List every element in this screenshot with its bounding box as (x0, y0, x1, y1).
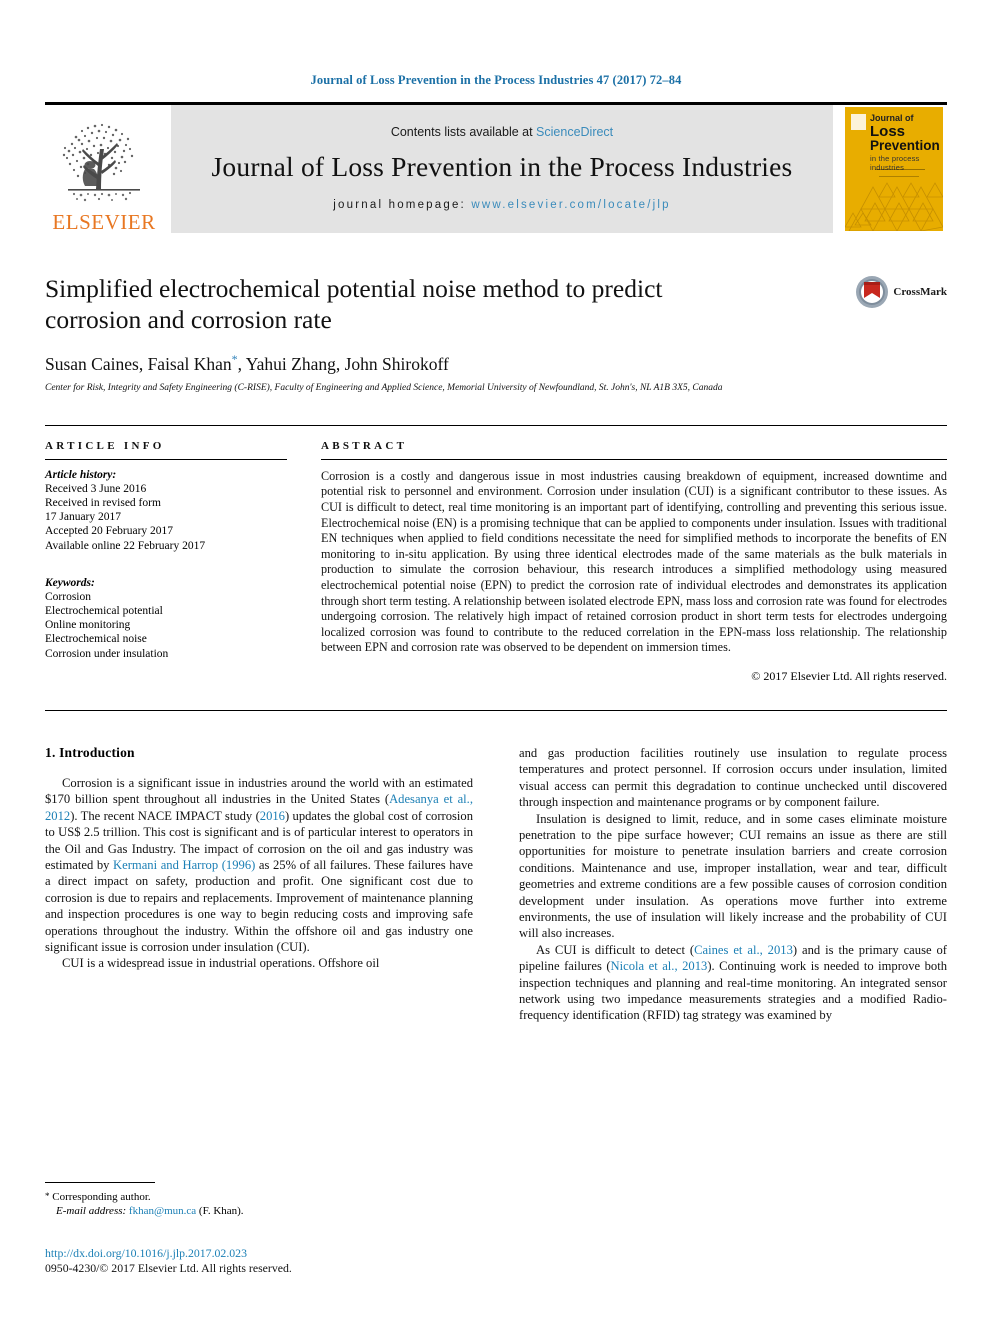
history-item: 17 January 2017 (45, 511, 122, 524)
keyword-item: Corrosion (45, 590, 91, 603)
body-paragraph: CUI is a widespread issue in industrial … (62, 956, 380, 971)
keywords-label: Keywords: (45, 576, 95, 589)
abstract-text: Corrosion is a costly and dangerous issu… (321, 468, 947, 655)
crossmark-label: CrossMark (893, 286, 947, 298)
cover-elsevier-logo-icon (851, 114, 866, 130)
journal-masthead: ELSEVIER Contents lists available at Sci… (45, 102, 947, 233)
elsevier-tree-icon (54, 119, 154, 211)
contents-lists-line: Contents lists available at ScienceDirec… (391, 125, 613, 139)
journal-title: Journal of Loss Prevention in the Proces… (211, 151, 793, 182)
body-paragraph: Corrosion is a significant issue in indu… (45, 775, 474, 955)
history-item: Available online 22 February 2017 (45, 539, 206, 552)
article-history-label: Article history: (45, 468, 117, 481)
doi-block: http://dx.doi.org/10.1016/j.jlp.2017.02.… (45, 1246, 292, 1276)
email-address-link[interactable]: fkhan@mun.ca (129, 1205, 196, 1217)
left-paragraphs: Corrosion is a significant issue in indu… (45, 775, 473, 972)
journal-banner: Contents lists available at ScienceDirec… (171, 105, 833, 233)
footnote-corresponding-line: * Corresponding author. (45, 1189, 465, 1204)
author-list: Susan Caines, Faisal Khan*, Yahui Zhang,… (45, 352, 947, 375)
history-item: Received in revised form (45, 497, 161, 510)
abstract-heading: ABSTRACT (321, 439, 408, 452)
cover-line-1: Journal of (870, 113, 914, 123)
corresponding-author-footnote: * Corresponding author. E-mail address: … (45, 1182, 465, 1218)
article-info-column: ARTICLE INFO Article history: Received 3… (45, 440, 287, 684)
keyword-item: Online monitoring (45, 619, 131, 632)
body-paragraph: and gas production facilities routinely … (519, 745, 947, 810)
footnote-rule (45, 1182, 155, 1183)
body-right-column: and gas production facilities routinely … (519, 745, 947, 1024)
crossmark-icon (856, 276, 889, 308)
cover-line-3: Prevention (870, 138, 940, 153)
body-separator-rule (45, 709, 947, 711)
right-paragraphs: and gas production facilities routinely … (519, 745, 947, 1024)
journal-homepage-line: journal homepage: www.elsevier.com/locat… (333, 199, 670, 211)
citation-link[interactable]: Caines et al., 2013 (694, 943, 793, 957)
cover-artwork: Journal of Loss Prevention in the proces… (845, 107, 943, 231)
email-address-label: E-mail address: (56, 1205, 127, 1217)
elsevier-logo: ELSEVIER (45, 105, 163, 233)
abstract-column: ABSTRACT Corrosion is a costly and dange… (321, 440, 947, 684)
authors-after-marker: , Yahui Zhang, John Shirokoff (237, 353, 449, 374)
elsevier-wordmark: ELSEVIER (52, 210, 156, 234)
citation-link[interactable]: Nicola et al., 2013 (611, 959, 708, 973)
running-head: Journal of Loss Prevention in the Proces… (310, 73, 682, 87)
homepage-label: journal homepage: (333, 199, 472, 211)
doi-link[interactable]: http://dx.doi.org/10.1016/j.jlp.2017.02.… (45, 1246, 292, 1261)
keyword-item: Electrochemical noise (45, 633, 147, 646)
contents-lists-prefix: Contents lists available at (390, 125, 537, 139)
journal-cover-thumbnail[interactable]: Journal of Loss Prevention in the proces… (841, 105, 947, 233)
footnote-corresponding-text: Corresponding author. (52, 1191, 151, 1203)
keywords-block: Keywords: Corrosion Electrochemical pote… (45, 577, 287, 661)
citation-link[interactable]: 2016 (260, 809, 285, 823)
article-info-rule (45, 458, 287, 460)
article-page: Journal of Loss Prevention in the Proces… (0, 0, 992, 1323)
article-info-heading: ARTICLE INFO (45, 439, 165, 452)
section-heading-introduction: 1. Introduction (45, 744, 135, 760)
issn-copyright: 0950-4230/© 2017 Elsevier Ltd. All right… (45, 1261, 292, 1275)
cover-line-2: Loss (870, 123, 906, 140)
crossmark-badge[interactable]: CrossMark (855, 275, 947, 309)
sciencedirect-link[interactable]: ScienceDirect (536, 125, 613, 139)
body-left-column: 1. Introduction Corrosion is a significa… (45, 745, 473, 1024)
abstract-copyright: © 2017 Elsevier Ltd. All rights reserved… (751, 668, 947, 683)
citation-link[interactable]: Kermani and Harrop (1996) (113, 858, 255, 872)
body-paragraph: Insulation is designed to limit, reduce,… (519, 811, 947, 941)
authors-before-marker: Susan Caines, Faisal Khan (45, 353, 232, 374)
body-paragraph: As CUI is difficult to detect (Caines et… (519, 942, 947, 1023)
keyword-item: Electrochemical potential (45, 605, 163, 618)
info-abstract-region: ARTICLE INFO Article history: Received 3… (45, 424, 947, 684)
footnote-asterisk-icon: * (45, 1191, 50, 1201)
footnote-email-line: E-mail address: fkhan@mun.ca (F. Khan). (45, 1204, 465, 1218)
keyword-item: Corrosion under insulation (45, 647, 169, 660)
history-item: Accepted 20 February 2017 (45, 525, 174, 538)
abstract-rule (321, 458, 947, 460)
author-affiliation: Center for Risk, Integrity and Safety En… (45, 382, 723, 393)
email-owner: (F. Khan). (198, 1205, 244, 1217)
homepage-url-link[interactable]: www.elsevier.com/locate/jlp (471, 199, 670, 211)
cover-triangle-pattern-icon (845, 182, 943, 231)
history-item: Received 3 June 2016 (45, 482, 147, 495)
title-block: CrossMark Simplified electrochemical pot… (45, 273, 947, 395)
body-columns: 1. Introduction Corrosion is a significa… (45, 745, 947, 1024)
page-title: Simplified electrochemical potential noi… (45, 274, 663, 334)
